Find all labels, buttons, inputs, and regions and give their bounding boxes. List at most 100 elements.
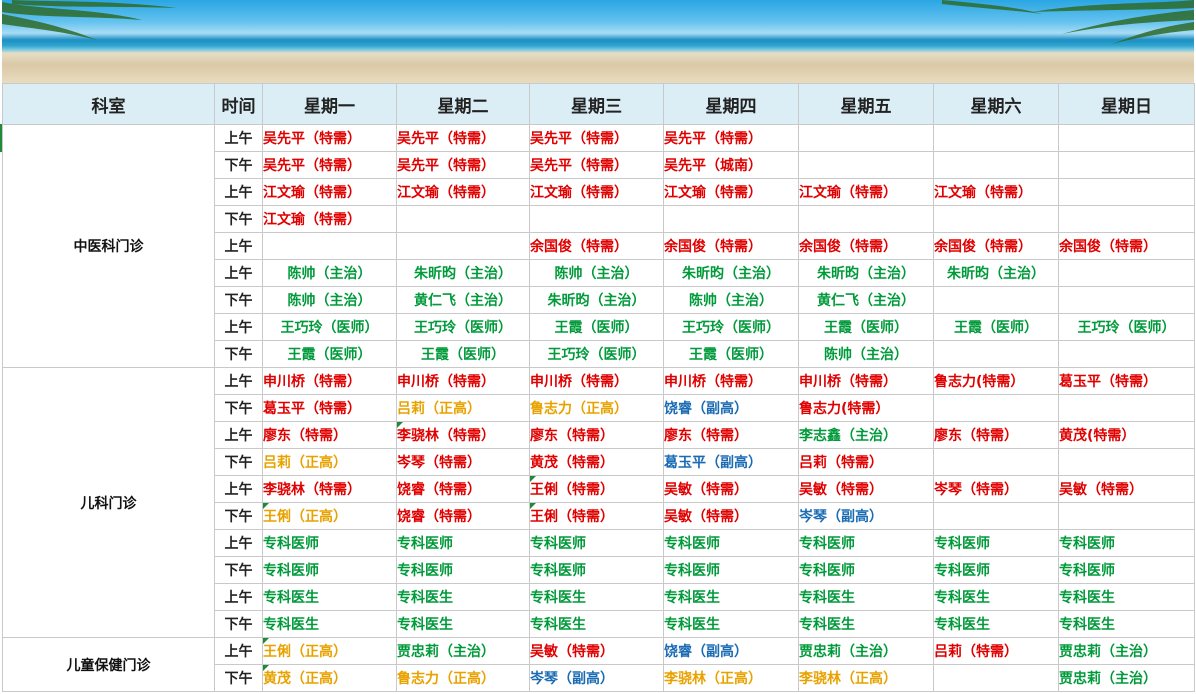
schedule-cell[interactable]: 陈帅（主治） xyxy=(262,259,397,287)
time-cell[interactable]: 上午 xyxy=(214,313,263,341)
schedule-cell[interactable] xyxy=(933,502,1059,530)
schedule-cell[interactable]: 专科医师 xyxy=(396,529,530,557)
schedule-cell[interactable]: 江文瑜（特需） xyxy=(529,178,664,206)
schedule-cell[interactable]: 黄茂(特需） xyxy=(1058,421,1195,449)
time-cell[interactable]: 下午 xyxy=(214,448,263,476)
schedule-cell[interactable]: 李志鑫（主治） xyxy=(798,421,934,449)
schedule-cell[interactable]: 专科医生 xyxy=(663,583,799,611)
schedule-cell[interactable]: 吕莉（正高） xyxy=(396,394,530,422)
header-department[interactable]: 科室 xyxy=(2,83,215,125)
schedule-cell[interactable]: 葛玉平（特需） xyxy=(1058,367,1195,395)
schedule-cell[interactable] xyxy=(1058,286,1195,314)
schedule-cell[interactable]: 专科医师 xyxy=(798,556,934,584)
time-cell[interactable]: 下午 xyxy=(214,610,263,638)
schedule-cell[interactable]: 黄茂（正高） xyxy=(262,664,397,692)
schedule-cell[interactable]: 江文瑜（特需） xyxy=(262,178,397,206)
schedule-cell[interactable]: 王巧玲（医师） xyxy=(1058,313,1195,341)
schedule-cell[interactable] xyxy=(933,340,1059,368)
time-cell[interactable]: 上午 xyxy=(214,367,263,395)
schedule-cell[interactable]: 廖东（特需） xyxy=(262,421,397,449)
schedule-cell[interactable] xyxy=(1058,178,1195,206)
schedule-cell[interactable] xyxy=(529,205,664,233)
schedule-cell[interactable] xyxy=(933,664,1059,692)
schedule-cell[interactable]: 王俐（特需） xyxy=(529,502,664,530)
time-cell[interactable]: 下午 xyxy=(214,151,263,179)
schedule-cell[interactable]: 专科医生 xyxy=(1058,583,1195,611)
schedule-cell[interactable]: 吴先平（城南） xyxy=(663,151,799,179)
time-cell[interactable]: 下午 xyxy=(214,205,263,233)
time-cell[interactable]: 上午 xyxy=(214,259,263,287)
schedule-cell[interactable]: 王霞（医师） xyxy=(798,313,934,341)
schedule-cell[interactable]: 吴先平（特需） xyxy=(262,151,397,179)
schedule-cell[interactable]: 鲁志力(特需） xyxy=(798,394,934,422)
header-tuesday[interactable]: 星期二 xyxy=(396,83,530,125)
schedule-cell[interactable]: 专科医师 xyxy=(933,529,1059,557)
schedule-cell[interactable]: 陈帅（主治） xyxy=(663,286,799,314)
schedule-cell[interactable] xyxy=(933,394,1059,422)
schedule-cell[interactable]: 专科医师 xyxy=(1058,556,1195,584)
header-wednesday[interactable]: 星期三 xyxy=(529,83,664,125)
schedule-cell[interactable]: 王巧玲（医师） xyxy=(663,313,799,341)
schedule-cell[interactable]: 专科医生 xyxy=(529,610,664,638)
schedule-cell[interactable]: 王霞（医师） xyxy=(262,340,397,368)
time-cell[interactable]: 下午 xyxy=(214,340,263,368)
schedule-cell[interactable]: 王巧玲（医师） xyxy=(262,313,397,341)
schedule-cell[interactable]: 王巧玲（医师） xyxy=(529,340,664,368)
schedule-cell[interactable]: 鲁志力(特需） xyxy=(933,367,1059,395)
schedule-cell[interactable]: 吴先平（特需） xyxy=(396,124,530,152)
schedule-cell[interactable] xyxy=(933,286,1059,314)
header-time[interactable]: 时间 xyxy=(214,83,263,125)
schedule-cell[interactable]: 申川桥（特需） xyxy=(529,367,664,395)
time-cell[interactable]: 上午 xyxy=(214,583,263,611)
schedule-cell[interactable]: 黄仁飞（主治） xyxy=(798,286,934,314)
schedule-cell[interactable]: 专科医师 xyxy=(529,556,664,584)
schedule-cell[interactable]: 余国俊（特需） xyxy=(529,232,664,260)
schedule-cell[interactable] xyxy=(1058,124,1195,152)
schedule-cell[interactable]: 专科医生 xyxy=(798,583,934,611)
schedule-cell[interactable] xyxy=(798,151,934,179)
time-cell[interactable]: 上午 xyxy=(214,637,263,665)
schedule-cell[interactable]: 吴敏（特需） xyxy=(529,637,664,665)
schedule-cell[interactable]: 江文瑜（特需） xyxy=(396,178,530,206)
schedule-cell[interactable]: 李骁林（正高） xyxy=(798,664,934,692)
schedule-cell[interactable]: 朱昕昀（主治） xyxy=(396,259,530,287)
schedule-cell[interactable]: 李骁林（特需） xyxy=(262,475,397,503)
schedule-cell[interactable]: 陈帅（主治） xyxy=(529,259,664,287)
schedule-cell[interactable]: 廖东（特需） xyxy=(933,421,1059,449)
schedule-cell[interactable]: 江文瑜（特需） xyxy=(262,205,397,233)
schedule-cell[interactable]: 申川桥（特需） xyxy=(663,367,799,395)
header-sunday[interactable]: 星期日 xyxy=(1058,83,1195,125)
schedule-cell[interactable]: 专科医师 xyxy=(663,529,799,557)
schedule-cell[interactable]: 专科医生 xyxy=(663,610,799,638)
schedule-cell[interactable]: 葛玉平（特需） xyxy=(262,394,397,422)
schedule-cell[interactable]: 专科医师 xyxy=(798,529,934,557)
schedule-cell[interactable] xyxy=(1058,259,1195,287)
schedule-cell[interactable]: 廖东（特需） xyxy=(529,421,664,449)
schedule-cell[interactable]: 李骁林（正高） xyxy=(663,664,799,692)
schedule-cell[interactable] xyxy=(933,151,1059,179)
schedule-cell[interactable] xyxy=(1058,205,1195,233)
schedule-cell[interactable] xyxy=(663,205,799,233)
schedule-cell[interactable]: 饶睿（特需） xyxy=(396,502,530,530)
schedule-cell[interactable]: 朱昕昀（主治） xyxy=(933,259,1059,287)
schedule-cell[interactable]: 王霞（医师） xyxy=(933,313,1059,341)
schedule-cell[interactable]: 岑琴（特需） xyxy=(396,448,530,476)
schedule-cell[interactable]: 专科医生 xyxy=(933,583,1059,611)
schedule-cell[interactable] xyxy=(396,205,530,233)
schedule-cell[interactable]: 鲁志力（正高） xyxy=(396,664,530,692)
schedule-cell[interactable]: 鲁志力（正高） xyxy=(529,394,664,422)
schedule-cell[interactable]: 王俐（特需） xyxy=(529,475,664,503)
department-cell[interactable]: 儿童保健门诊 xyxy=(2,637,215,692)
schedule-cell[interactable]: 吴先平（特需） xyxy=(529,124,664,152)
schedule-cell[interactable]: 专科医师 xyxy=(396,556,530,584)
time-cell[interactable]: 上午 xyxy=(214,529,263,557)
schedule-cell[interactable]: 朱昕昀（主治） xyxy=(529,286,664,314)
schedule-cell[interactable]: 吴敏（特需） xyxy=(663,502,799,530)
schedule-cell[interactable] xyxy=(1058,502,1195,530)
schedule-cell[interactable] xyxy=(262,232,397,260)
time-cell[interactable]: 上午 xyxy=(214,421,263,449)
schedule-cell[interactable] xyxy=(933,124,1059,152)
schedule-cell[interactable]: 江文瑜（特需） xyxy=(663,178,799,206)
department-cell[interactable]: 中医科门诊 xyxy=(2,124,215,368)
time-cell[interactable]: 上午 xyxy=(214,232,263,260)
